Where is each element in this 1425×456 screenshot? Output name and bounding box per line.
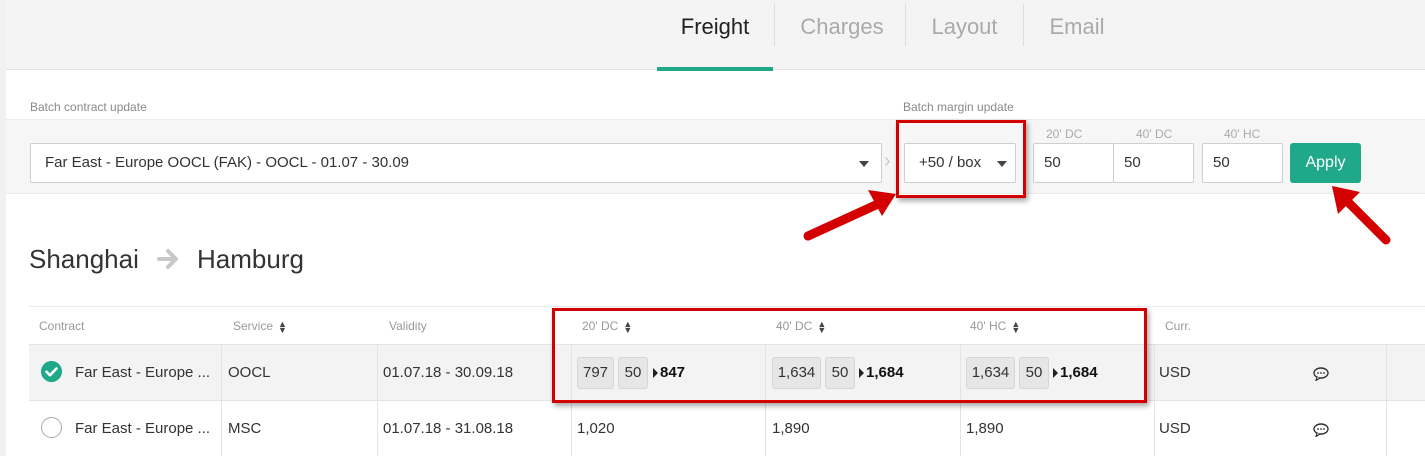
route-destination: Hamburg	[197, 244, 304, 274]
header-validity: Validity	[389, 319, 427, 333]
batch-contract-label: Batch contract update	[30, 100, 147, 114]
column-divider	[960, 345, 961, 401]
cell-20dc: 1,020	[577, 420, 615, 437]
batch-contract-value: Far East - Europe OOCL (FAK) - OOCL - 01…	[45, 154, 410, 171]
header-contract: Contract	[39, 319, 85, 333]
freight-page: Freight Charges Layout Email Batch contr…	[6, 0, 1425, 456]
annotation-arrow-icon	[1332, 186, 1391, 245]
tab-charges[interactable]: Charges	[779, 0, 905, 70]
comment-icon[interactable]	[1313, 423, 1329, 437]
batch-margin-select[interactable]: +50 / box	[904, 143, 1016, 183]
header-40hc[interactable]: 40' HC ▲ ▼	[970, 319, 1020, 334]
route-origin: Shanghai	[29, 244, 139, 274]
cell-service: OOCL	[228, 364, 271, 381]
apply-button[interactable]: Apply	[1290, 143, 1361, 183]
annotation-arrow-icon	[803, 190, 896, 241]
batch-40dc-input[interactable]: 50	[1113, 143, 1194, 183]
tab-layout[interactable]: Layout	[906, 0, 1023, 70]
arrow-right-icon	[157, 249, 178, 269]
margin-chip: 50	[618, 357, 648, 389]
column-divider	[377, 401, 378, 456]
batch-40hc-input[interactable]: 50	[1202, 143, 1283, 183]
chevron-down-icon	[859, 161, 869, 167]
header-service[interactable]: Service ▲ ▼	[233, 319, 287, 334]
total-rate: 1,684	[1060, 364, 1098, 381]
cell-contract: Far East - Europe ...	[75, 420, 211, 437]
total-rate: 1,684	[866, 364, 904, 381]
header-40hc-label: 40' HC	[970, 319, 1007, 333]
header-40dc[interactable]: 40' DC ▲ ▼	[776, 319, 826, 334]
column-divider	[221, 401, 222, 456]
table-header: Contract Service ▲ ▼ Validity 20' DC ▲ ▼ 40'…	[29, 306, 1425, 344]
column-divider	[765, 401, 766, 456]
base-rate-chip: 1,634	[966, 357, 1015, 389]
column-divider	[221, 345, 222, 401]
margin-chip: 50	[1019, 357, 1049, 389]
sort-icon[interactable]: ▲ ▼	[1011, 319, 1020, 334]
batch-margin-label: Batch margin update	[903, 100, 1014, 114]
batch-col-40hc: 40' HC	[1224, 127, 1261, 141]
column-divider	[960, 401, 961, 456]
header-40dc-label: 40' DC	[776, 319, 813, 333]
header-20dc[interactable]: 20' DC ▲ ▼	[582, 319, 632, 334]
checked-circle-icon[interactable]	[41, 361, 62, 382]
table-row[interactable]: Far East - Europe ... OOCL 01.07.18 - 30…	[29, 344, 1425, 401]
column-divider	[377, 345, 378, 401]
cell-contract: Far East - Europe ...	[75, 364, 211, 381]
cell-currency: USD	[1159, 420, 1191, 437]
column-divider	[1154, 345, 1155, 401]
base-rate-chip: 797	[577, 357, 614, 389]
cell-40dc: 1,890	[772, 420, 810, 437]
batch-20dc-input[interactable]: 50	[1033, 143, 1114, 183]
caret-right-icon	[653, 368, 658, 378]
batch-col-20dc: 20' DC	[1046, 127, 1083, 141]
column-divider	[1386, 345, 1387, 401]
table-row[interactable]: Far East - Europe ... MSC 01.07.18 - 31.…	[29, 400, 1425, 456]
cell-validity: 01.07.18 - 31.08.18	[383, 420, 514, 437]
tab-email[interactable]: Email	[1024, 0, 1130, 70]
batch-margin-value: +50 / box	[919, 154, 982, 171]
caret-right-icon	[1053, 368, 1058, 378]
cell-40hc: 1,890	[966, 420, 1004, 437]
cell-validity: 01.07.18 - 30.09.18	[383, 364, 514, 381]
tab-freight[interactable]: Freight	[657, 0, 773, 71]
cell-service: MSC	[228, 420, 262, 437]
total-rate: 847	[660, 364, 686, 381]
cell-currency: USD	[1159, 364, 1191, 381]
chevron-down-icon	[997, 161, 1007, 167]
batch-contract-select[interactable]: Far East - Europe OOCL (FAK) - OOCL - 01…	[30, 143, 882, 183]
sort-icon[interactable]: ▲ ▼	[278, 319, 287, 334]
sort-icon[interactable]: ▲ ▼	[817, 319, 826, 334]
tab-divider	[774, 4, 775, 46]
batch-col-40dc: 40' DC	[1136, 127, 1173, 141]
comment-icon[interactable]	[1313, 367, 1329, 381]
column-divider	[1386, 401, 1387, 456]
caret-right-icon	[859, 368, 864, 378]
base-rate-chip: 1,634	[772, 357, 821, 389]
column-divider	[1154, 401, 1155, 456]
header-20dc-label: 20' DC	[582, 319, 619, 333]
header-currency: Curr.	[1165, 319, 1192, 333]
tab-bar: Freight Charges Layout Email	[6, 0, 1425, 71]
column-divider	[765, 345, 766, 401]
column-divider	[571, 401, 572, 456]
sort-icon[interactable]: ▲ ▼	[623, 319, 632, 334]
unchecked-circle-icon[interactable]	[41, 417, 62, 438]
header-service-label: Service	[233, 319, 274, 333]
column-divider	[571, 345, 572, 401]
chevron-right-icon: ›	[884, 150, 891, 172]
margin-chip: 50	[825, 357, 855, 389]
